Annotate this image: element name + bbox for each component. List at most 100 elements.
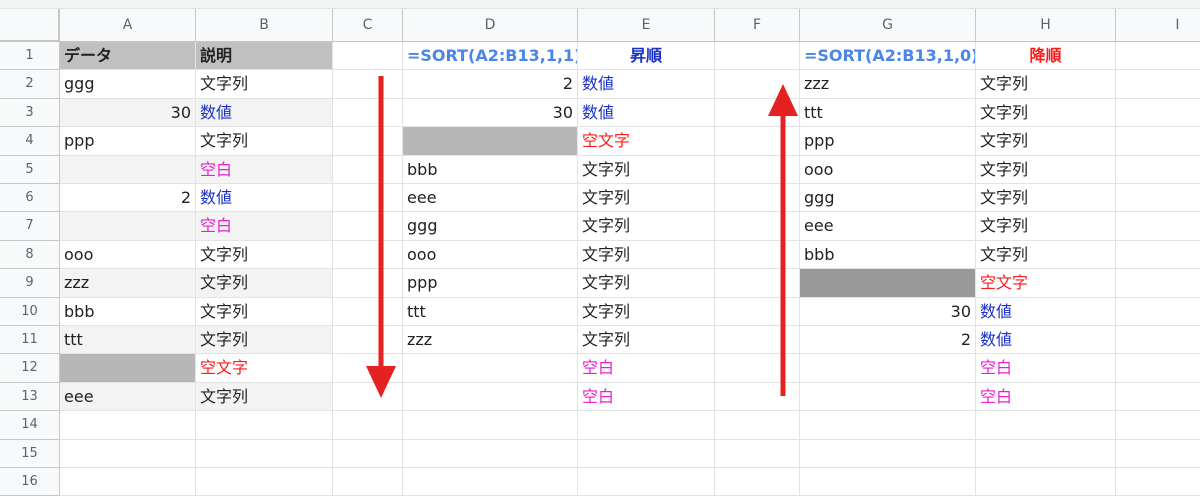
cell-h10[interactable]: 数値 xyxy=(976,297,1116,326)
cell-a7[interactable] xyxy=(60,212,196,241)
cell-b8[interactable]: 文字列 xyxy=(196,240,333,270)
grid-cell[interactable] xyxy=(196,411,333,440)
cell-h6[interactable]: 文字列 xyxy=(976,184,1116,213)
grid-cell[interactable] xyxy=(976,439,1116,468)
grid-cell[interactable] xyxy=(333,98,403,128)
row-header-4[interactable]: 4 xyxy=(0,127,60,156)
cell-d3[interactable]: 30 xyxy=(403,98,578,128)
grid-cell[interactable] xyxy=(715,468,800,496)
grid-cell[interactable] xyxy=(578,439,715,468)
column-header-b[interactable]: B xyxy=(196,9,333,42)
cell-h3[interactable]: 文字列 xyxy=(976,98,1116,128)
row-header-13[interactable]: 13 xyxy=(0,382,60,412)
grid-cell[interactable] xyxy=(403,468,578,496)
grid-cell[interactable] xyxy=(578,468,715,496)
cell-e5[interactable]: 文字列 xyxy=(578,155,715,184)
cell-e10[interactable]: 文字列 xyxy=(578,297,715,326)
cell-d9[interactable]: ppp xyxy=(403,269,578,298)
cell-a8[interactable]: ooo xyxy=(60,240,196,270)
grid-cell[interactable] xyxy=(333,240,403,270)
cell-b4[interactable]: 文字列 xyxy=(196,127,333,156)
grid-cell[interactable] xyxy=(1116,184,1200,213)
cell-d11[interactable]: zzz xyxy=(403,326,578,355)
grid-cell[interactable] xyxy=(333,42,403,71)
column-header-d[interactable]: D xyxy=(403,9,578,42)
grid-cell[interactable] xyxy=(403,411,578,440)
row-header-9[interactable]: 9 xyxy=(0,269,60,298)
cell-e6[interactable]: 文字列 xyxy=(578,184,715,213)
cell-e12[interactable]: 空白 xyxy=(578,354,715,383)
cell-h1[interactable]: 降順 xyxy=(976,42,1116,71)
cell-g8[interactable]: bbb xyxy=(800,240,976,270)
grid-cell[interactable] xyxy=(333,411,403,440)
row-header-14[interactable]: 14 xyxy=(0,411,60,440)
cell-g10[interactable]: 30 xyxy=(800,297,976,326)
cell-h5[interactable]: 文字列 xyxy=(976,155,1116,184)
cell-d4[interactable] xyxy=(403,127,578,156)
cell-h12[interactable]: 空白 xyxy=(976,354,1116,383)
cell-a2[interactable]: ggg xyxy=(60,70,196,99)
select-all-corner[interactable] xyxy=(0,9,60,42)
cell-a6[interactable]: 2 xyxy=(60,184,196,213)
grid-cell[interactable] xyxy=(715,42,800,71)
cell-h2[interactable]: 文字列 xyxy=(976,70,1116,99)
grid-cell[interactable] xyxy=(715,98,800,128)
grid-cell[interactable] xyxy=(1116,156,1200,184)
grid-cell[interactable] xyxy=(333,212,403,241)
grid-cell[interactable] xyxy=(1116,440,1200,468)
cell-a3[interactable]: 30 xyxy=(60,98,196,128)
cell-d2[interactable]: 2 xyxy=(403,70,578,99)
grid-cell[interactable] xyxy=(800,354,976,383)
grid-cell[interactable] xyxy=(715,411,800,440)
cell-e2[interactable]: 数値 xyxy=(578,70,715,99)
grid-cell[interactable] xyxy=(800,411,976,440)
row-header-10[interactable]: 10 xyxy=(0,297,60,326)
grid-cell[interactable] xyxy=(333,382,403,412)
spreadsheet-grid[interactable]: A B C D E F G H I 1 データ 説明 =SORT(A2:B13,1,1) 昇順 =SORT(… xyxy=(0,0,1200,496)
cell-h7[interactable]: 文字列 xyxy=(976,212,1116,241)
cell-d10[interactable]: ttt xyxy=(403,297,578,326)
grid-cell[interactable] xyxy=(800,382,976,412)
cell-e7[interactable]: 文字列 xyxy=(578,212,715,241)
cell-g11[interactable]: 2 xyxy=(800,326,976,355)
grid-cell[interactable] xyxy=(1116,326,1200,355)
grid-cell[interactable] xyxy=(403,439,578,468)
grid-cell[interactable] xyxy=(333,127,403,156)
cell-h9[interactable]: 空文字 xyxy=(976,269,1116,298)
grid-cell[interactable] xyxy=(800,439,976,468)
grid-cell[interactable] xyxy=(715,184,800,213)
cell-d8[interactable]: ooo xyxy=(403,240,578,270)
grid-cell[interactable] xyxy=(1116,42,1200,71)
column-header-f[interactable]: F xyxy=(715,9,800,42)
grid-cell[interactable] xyxy=(333,468,403,496)
grid-cell[interactable] xyxy=(196,468,333,496)
grid-cell[interactable] xyxy=(800,468,976,496)
column-header-h[interactable]: H xyxy=(976,9,1116,42)
cell-b3[interactable]: 数値 xyxy=(196,98,333,128)
grid-cell[interactable] xyxy=(1116,99,1200,128)
grid-cell[interactable] xyxy=(715,240,800,270)
cell-a1[interactable]: データ xyxy=(60,42,196,71)
cell-g5[interactable]: ooo xyxy=(800,155,976,184)
cell-g7[interactable]: eee xyxy=(800,212,976,241)
cell-d1[interactable]: =SORT(A2:B13,1,1) xyxy=(403,42,578,71)
row-header-2[interactable]: 2 xyxy=(0,70,60,99)
grid-cell[interactable] xyxy=(1116,70,1200,99)
row-header-8[interactable]: 8 xyxy=(0,240,60,270)
grid-cell[interactable] xyxy=(60,439,196,468)
cell-h8[interactable]: 文字列 xyxy=(976,240,1116,270)
row-header-1[interactable]: 1 xyxy=(0,42,60,71)
cell-b10[interactable]: 文字列 xyxy=(196,297,333,326)
grid-cell[interactable] xyxy=(333,155,403,184)
row-header-7[interactable]: 7 xyxy=(0,212,60,241)
cell-e9[interactable]: 文字列 xyxy=(578,269,715,298)
cell-d5[interactable]: bbb xyxy=(403,155,578,184)
row-header-12[interactable]: 12 xyxy=(0,354,60,383)
cell-b11[interactable]: 文字列 xyxy=(196,326,333,355)
cell-e1[interactable]: 昇順 xyxy=(578,42,715,71)
cell-a12[interactable] xyxy=(60,354,196,383)
grid-cell[interactable] xyxy=(976,411,1116,440)
cell-b9[interactable]: 文字列 xyxy=(196,269,333,298)
grid-cell[interactable] xyxy=(60,468,196,496)
cell-g9[interactable] xyxy=(800,269,976,298)
